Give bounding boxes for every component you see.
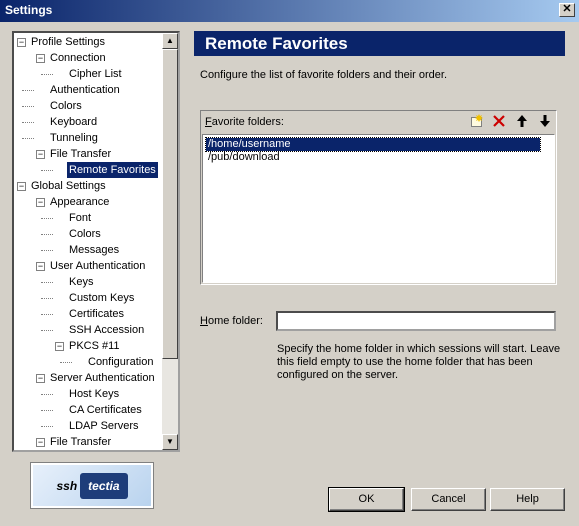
tree-item-label: Server Authentication bbox=[50, 372, 155, 384]
window-title: Settings bbox=[5, 3, 53, 17]
tree-item-label: File Transfer bbox=[50, 436, 112, 448]
tree-item-label: Host Keys bbox=[69, 388, 120, 400]
favorites-list[interactable]: /home/username/pub/download bbox=[202, 134, 555, 283]
tree-items: − Profile Settings − Connection Cipher List A… bbox=[14, 33, 164, 450]
tree-item-label: Certificates bbox=[69, 308, 125, 320]
panel-description: Configure the list of favorite folders a… bbox=[200, 69, 448, 81]
tree-item-label: CA Certificates bbox=[69, 404, 142, 416]
tree-scrollbar[interactable]: ▲ ▼ bbox=[162, 33, 178, 450]
title-bar: Settings ✕ bbox=[0, 0, 579, 22]
new-folder-icon[interactable] bbox=[468, 114, 486, 130]
tree-item-label: Font bbox=[69, 212, 92, 224]
collapse-icon[interactable]: − bbox=[36, 262, 45, 271]
tree-item-label: Cipher List bbox=[69, 68, 122, 80]
cancel-button[interactable]: Cancel bbox=[411, 488, 486, 511]
favorite-folder-item[interactable]: /pub/download bbox=[206, 151, 282, 164]
home-folder-help: Specify the home folder in which session… bbox=[277, 343, 561, 381]
collapse-icon[interactable]: − bbox=[36, 374, 45, 383]
collapse-icon[interactable]: − bbox=[36, 438, 45, 447]
tree-item-label: Keyboard bbox=[50, 116, 98, 128]
panel-title: Remote Favorites bbox=[194, 31, 565, 56]
tree-item-label: Keys bbox=[69, 276, 94, 288]
tree-item-label: PKCS #11 bbox=[69, 340, 120, 352]
scroll-thumb[interactable] bbox=[162, 49, 178, 359]
tree-item-label: LDAP Servers bbox=[69, 420, 139, 432]
tree-item-label: Global Settings bbox=[31, 180, 106, 192]
favorites-label: Favorite folders: bbox=[205, 116, 284, 128]
home-folder-label: Home folder: bbox=[200, 315, 263, 327]
tree-item-label: SSH Accession bbox=[69, 324, 145, 336]
tree-item-label: Profile Settings bbox=[31, 36, 105, 48]
tree-item-label: Connection bbox=[50, 52, 106, 64]
collapse-icon[interactable]: − bbox=[17, 38, 26, 47]
ok-button[interactable]: OK bbox=[328, 487, 405, 512]
tree-item-label: User Authentication bbox=[50, 260, 146, 272]
move-down-icon[interactable] bbox=[536, 114, 554, 130]
move-up-icon[interactable] bbox=[513, 114, 531, 130]
favorite-folder-item[interactable]: /home/username bbox=[205, 137, 541, 152]
ssh-tectia-logo: ssh tectia bbox=[30, 462, 154, 509]
favorites-group: Favorite folders: /home/username/pub/dow… bbox=[200, 110, 557, 285]
collapse-icon[interactable]: − bbox=[36, 198, 45, 207]
collapse-icon[interactable]: − bbox=[17, 182, 26, 191]
close-button[interactable]: ✕ bbox=[559, 3, 575, 17]
tree-item-label: Tunneling bbox=[50, 132, 98, 144]
tree-item-label: File Transfer bbox=[50, 148, 112, 160]
collapse-icon[interactable]: − bbox=[36, 54, 45, 63]
tree-item-label: Authentication bbox=[50, 84, 120, 96]
collapse-icon[interactable]: − bbox=[55, 342, 64, 351]
tree-item-label: Colors bbox=[50, 100, 82, 112]
tree-item-label: Appearance bbox=[50, 196, 110, 208]
tree-item-label: Messages bbox=[69, 244, 120, 256]
scroll-up-icon[interactable]: ▲ bbox=[162, 33, 178, 49]
home-folder-input[interactable] bbox=[276, 311, 556, 331]
tree-item-label: Colors bbox=[69, 228, 101, 240]
delete-icon[interactable] bbox=[490, 114, 508, 130]
tree-item-label: Remote Favorites bbox=[66, 161, 159, 179]
tree-item-label: Configuration bbox=[88, 356, 154, 368]
collapse-icon[interactable]: − bbox=[36, 150, 45, 159]
help-button[interactable]: Help bbox=[490, 488, 565, 511]
scroll-down-icon[interactable]: ▼ bbox=[162, 434, 178, 450]
tree-item-label: Custom Keys bbox=[69, 292, 135, 304]
settings-tree: − Profile Settings − Connection Cipher List A… bbox=[12, 31, 180, 452]
